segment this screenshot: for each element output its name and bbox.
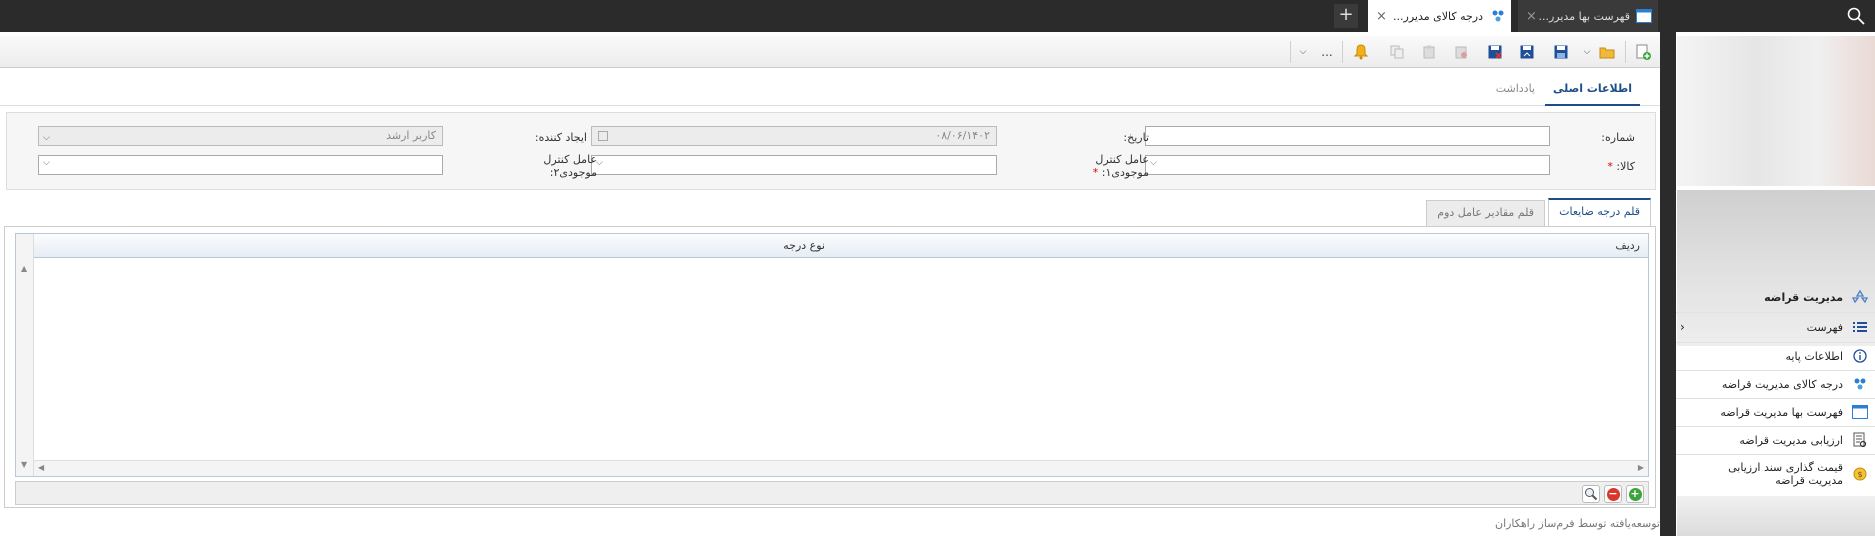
number-label: شماره: [1601,131,1635,144]
toolbar-separator [1290,41,1291,63]
sidebar-item-grade[interactable]: درجه کالای مدیریت قراضه [1676,373,1875,395]
tab-label: درجه کالای مدیرر... [1393,9,1483,23]
tab-waste-grade[interactable]: قلم درجه ضایعات [1548,198,1651,226]
chevron-down-icon[interactable]: ⌵ [1297,43,1309,61]
obscured-region [1677,496,1875,536]
grid-footer: + − [15,481,1649,505]
save-close-icon[interactable] [1486,43,1504,61]
item-label: کالا: * [1607,160,1635,173]
magnifier-icon [1585,488,1598,501]
creator-field[interactable]: کاربر ارشد ⌵ [38,126,443,146]
pricelist-icon [1851,403,1869,421]
grade-icon [1851,375,1869,393]
scroll-left-icon[interactable]: ◀ [38,463,44,472]
sidebar-section-title[interactable]: مدیریت قراضه [1676,286,1875,308]
chevron-down-icon: ⌵ [43,133,50,143]
toolbar: ⌵ ... ⌵ [0,36,1660,68]
grade-icon [1489,9,1505,23]
evaluation-icon [1851,431,1869,449]
creator-label: ایجاد کننده: [534,131,587,144]
grid-header: ردیف نوع درجه [16,234,1648,258]
factor1-field[interactable]: ⌵ [591,155,997,175]
obscured-region [1677,36,1875,186]
chevron-down-icon[interactable]: ⌵ [1582,43,1592,61]
toolbar-separator [1625,41,1626,63]
form-panel: شماره: تاریخ: ۰۸/۰۶/۱۴۰۲ ایجاد کننده: کا… [6,112,1656,190]
tab-second-factor-values[interactable]: قلم مقادیر عامل دوم [1426,200,1545,226]
column-header-grade-type[interactable]: نوع درجه [33,234,833,258]
pricelist-icon [1636,9,1652,23]
chevron-down-icon: ⌵ [1150,158,1157,168]
minus-icon: − [1606,486,1620,501]
date-label: تاریخ: [1123,131,1149,144]
copy-icon[interactable] [1388,43,1406,61]
form-tabs: اطلاعات اصلی یادداشت [0,71,1660,106]
divider [1676,342,1875,343]
scroll-down-icon[interactable]: ▼ [21,460,27,469]
new-tab-button[interactable]: + [1334,4,1358,28]
sidebar-edge [1668,0,1676,536]
factor2-label: عامل کنترل موجودی۲: [543,153,597,179]
divider [1676,426,1875,427]
date-value: ۰۸/۰۶/۱۴۰۲ [935,129,990,142]
chevron-down-icon: ⌵ [43,158,50,168]
tab-pricelist[interactable]: قهرست بها مدیرر... × [1518,0,1658,32]
data-grid: ردیف نوع درجه ▲ ▼ ◀ ▶ [15,233,1649,477]
tab-grade[interactable]: درجه کالای مدیرر... × [1368,0,1511,32]
factor2-field[interactable]: ⌵ [38,155,443,175]
close-icon[interactable]: × [1376,9,1387,24]
plus-icon: + [1628,486,1642,501]
sidebar-header [1669,0,1875,32]
grid-container: ردیف نوع درجه ▲ ▼ ◀ ▶ + − [4,226,1656,508]
horizontal-scrollbar[interactable]: ◀ ▶ [34,460,1648,476]
bell-icon[interactable] [1352,43,1370,61]
svg-text:$: $ [1857,470,1862,479]
divider [1676,312,1875,313]
divider [1676,454,1875,455]
sidebar-item-base-info[interactable]: اطلاعات پایه [1676,345,1875,367]
factor1-label: عامل کنترل موجودی۱: * [1092,153,1149,179]
scroll-up-icon[interactable]: ▲ [21,264,27,273]
calendar-icon [598,131,608,141]
more-button[interactable]: ... [1318,43,1336,61]
toolbar-separator [1342,41,1343,63]
item-field[interactable]: ⌵ [1145,155,1550,175]
search-button[interactable] [1582,485,1600,503]
pricing-icon: $ [1851,465,1869,483]
tab-strip: + درجه کالای مدیرر... × قهرست بها مدیرر.… [0,0,1668,32]
save-icon[interactable] [1552,43,1570,61]
tab-notes[interactable]: یادداشت [1488,79,1543,106]
vertical-scrollbar[interactable]: ▲ ▼ [16,234,34,476]
add-icon[interactable] [1634,43,1652,61]
add-row-button[interactable]: + [1626,485,1644,503]
column-header-row[interactable]: ردیف [833,234,1648,258]
paste-icon[interactable] [1420,43,1438,61]
footer-credit: توسعه‌یافته توسط فرم‌ساز راهکاران [1494,517,1660,530]
chevron-left-icon: ‹ [1680,320,1685,334]
sidebar-item-list[interactable]: فهرست ‹ [1676,316,1875,338]
delete-row-button[interactable]: − [1604,485,1622,503]
divider [1676,398,1875,399]
number-field[interactable] [1145,126,1550,146]
sidebar-item-pricelist[interactable]: فهرست بها مدیریت قراضه [1676,401,1875,423]
chevron-down-icon: ⌵ [596,158,603,168]
list-icon [1851,318,1869,336]
tab-label: قهرست بها مدیرر... [1538,9,1631,23]
sidebar-item-pricing[interactable]: $ قیمت گذاری سند ارزیابی مدیریت قراضه [1676,458,1875,490]
panel-divider [1660,0,1668,536]
creator-value: کاربر ارشد [386,129,436,142]
recycle-icon [1851,288,1869,306]
open-folder-icon[interactable] [1598,43,1616,61]
search-icon[interactable] [1847,7,1865,25]
close-icon[interactable]: × [1526,9,1537,24]
delete-icon[interactable] [1452,43,1470,61]
save-as-icon[interactable] [1518,43,1536,61]
tab-main-info[interactable]: اطلاعات اصلی [1544,79,1640,106]
date-field[interactable]: ۰۸/۰۶/۱۴۰۲ [591,126,997,146]
divider [1676,370,1875,371]
info-icon [1851,347,1869,365]
sidebar-item-evaluation[interactable]: ارزیابی مدیریت قراضه [1676,429,1875,451]
sidebar: مدیریت قراضه فهرست ‹ اطلاعات پایه درجه ک… [1668,0,1875,536]
scroll-right-icon[interactable]: ▶ [1638,463,1644,472]
